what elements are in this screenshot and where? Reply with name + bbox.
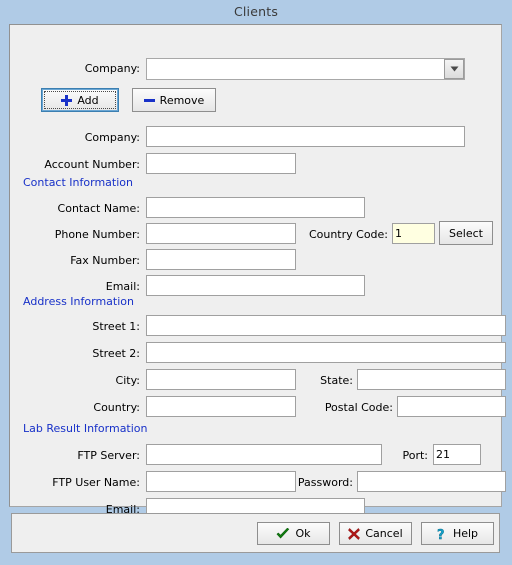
company-combo[interactable] [146, 58, 465, 80]
street1-input[interactable] [146, 315, 506, 336]
street1-label: Street 1: [92, 320, 140, 333]
plus-icon [61, 94, 73, 106]
section-contact-information: Contact Information [23, 176, 493, 190]
state-input[interactable] [357, 369, 506, 390]
cancel-button-label: Cancel [365, 527, 403, 540]
contact-name-input[interactable] [146, 197, 365, 218]
country-label: Country: [93, 401, 140, 414]
main-panel: Company: Add Remove Company: Account Num… [9, 24, 506, 519]
svg-text:?: ? [437, 528, 445, 541]
help-button[interactable]: ? Help [421, 522, 494, 545]
port-label: Port: [402, 449, 428, 462]
clients-dialog: Clients Company: Add Remove Company: Acc… [0, 0, 512, 565]
phone-number-input[interactable] [146, 223, 296, 244]
port-input[interactable] [433, 444, 481, 465]
company-combo-input[interactable] [147, 59, 444, 79]
street2-label: Street 2: [92, 347, 140, 360]
chevron-down-icon[interactable] [444, 59, 464, 79]
country-code-label: Country Code: [308, 228, 388, 241]
password-label: Password: [297, 476, 353, 489]
postal-code-label: Postal Code: [324, 401, 393, 414]
phone-number-label: Phone Number: [54, 228, 140, 241]
account-number-input[interactable] [146, 153, 296, 174]
help-button-label: Help [452, 527, 479, 540]
section-address-information: Address Information [23, 295, 493, 309]
remove-button[interactable]: Remove [132, 88, 216, 112]
city-input[interactable] [146, 369, 296, 390]
cancel-button[interactable]: Cancel [339, 522, 412, 545]
add-button-label: Add [77, 93, 99, 107]
city-label: City: [115, 374, 140, 387]
select-button-label: Select [449, 226, 483, 240]
ok-button[interactable]: Ok [257, 522, 330, 545]
add-button[interactable]: Add [41, 88, 119, 112]
ftp-user-name-label: FTP User Name: [52, 476, 140, 489]
ok-button-label: Ok [295, 527, 311, 540]
question-mark-icon: ? [437, 527, 448, 541]
contact-name-label: Contact Name: [57, 202, 140, 215]
country-input[interactable] [146, 396, 296, 417]
dialog-button-bar: Ok Cancel ? Help [11, 513, 500, 553]
select-country-code-button[interactable]: Select [439, 221, 493, 245]
state-label: State: [320, 374, 353, 387]
section-lab-result-information: Lab Result Information [23, 422, 493, 436]
company-label: Company: [84, 131, 140, 144]
account-number-label: Account Number: [44, 158, 140, 171]
company-input[interactable] [146, 126, 465, 147]
section-address-information-spacer [23, 253, 493, 267]
street2-input[interactable] [146, 342, 506, 363]
country-code-input[interactable] [392, 223, 435, 244]
minus-icon [143, 95, 155, 106]
x-icon [348, 527, 361, 540]
section-address-title: Address Information [23, 295, 140, 309]
contact-email-input[interactable] [146, 275, 365, 296]
check-icon [276, 527, 290, 540]
company-selector-label: Company: [84, 62, 140, 75]
remove-button-label: Remove [159, 93, 205, 107]
password-input[interactable] [357, 471, 506, 492]
postal-code-input[interactable] [397, 396, 506, 417]
ftp-server-input[interactable] [146, 444, 382, 465]
ftp-user-name-input[interactable] [146, 471, 296, 492]
ftp-server-label: FTP Server: [77, 449, 140, 462]
section-lab-title: Lab Result Information [23, 422, 154, 436]
window-title: Clients [233, 4, 279, 19]
contact-email-label: Email: [105, 280, 140, 293]
section-contact-title: Contact Information [23, 176, 139, 190]
